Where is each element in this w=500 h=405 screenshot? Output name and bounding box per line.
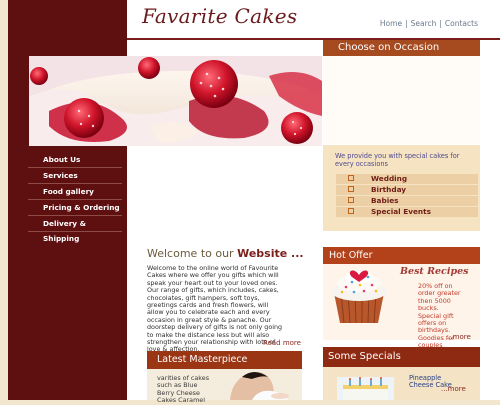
sidebar-item-pricing-ordering[interactable]: Pricing & Ordering	[28, 200, 122, 216]
best-recipes-banner: Best Recipes	[400, 266, 469, 277]
welcome-heading: Welcome to our Website ...	[147, 247, 304, 260]
latest-masterpiece-text: varities of cakes such as Blue Berry Che…	[157, 374, 219, 405]
hot-offer-more-link[interactable]: ...more	[446, 333, 471, 341]
special-cake-image	[337, 377, 394, 400]
occasion-item-birthday[interactable]: Birthday	[336, 185, 478, 195]
sidebar-item-about-us[interactable]: About Us	[28, 152, 122, 168]
occasion-item-label: Babies	[371, 196, 399, 205]
nav-home-link[interactable]: Home	[380, 19, 402, 28]
occasion-intro-text: We provide you with special cakes for ev…	[335, 152, 460, 168]
bullet-icon	[348, 197, 354, 203]
hero-cake-image	[29, 56, 322, 146]
nav-search-link[interactable]: Search	[411, 19, 437, 28]
bullet-icon	[348, 175, 354, 181]
bullet-icon	[348, 208, 354, 214]
site-logo[interactable]: Favarite Cakes	[142, 4, 298, 28]
nav-separator: |	[405, 19, 408, 28]
occasion-item-special-events[interactable]: Special Events	[336, 207, 478, 217]
latest-line: Cakes Caramel	[157, 396, 205, 405]
occasion-item-label: Birthday	[371, 185, 407, 194]
occasion-item-wedding[interactable]: Wedding	[336, 174, 478, 184]
top-navigation: Home | Search | Contacts	[380, 19, 478, 28]
welcome-heading-prefix: Welcome to our	[147, 247, 234, 260]
sidebar-item-food-gallery[interactable]: Food gallery	[28, 184, 122, 200]
occasion-item-label: Special Events	[371, 207, 431, 216]
nav-separator: |	[439, 19, 442, 28]
cupcake-image	[324, 265, 394, 325]
nav-contacts-link[interactable]: Contacts	[445, 19, 478, 28]
sidebar-navigation: About Us Services Food gallery Pricing &…	[28, 152, 122, 243]
sidebar-item-services[interactable]: Services	[28, 168, 122, 184]
occasion-item-label: Wedding	[371, 174, 408, 183]
bullet-icon	[348, 186, 354, 192]
some-specials-header: Some Specials	[323, 347, 480, 367]
occasion-panel-stripe	[323, 56, 480, 144]
read-more-link[interactable]: Read more	[263, 339, 301, 347]
latest-masterpiece-image	[222, 369, 300, 400]
welcome-heading-highlight: Website ...	[237, 247, 304, 260]
latest-masterpiece-header: Latest Masterpiece	[147, 351, 302, 369]
specials-more-link[interactable]: ...more	[441, 385, 466, 393]
hot-offer-header: Hot Offer	[323, 247, 480, 264]
sidebar-item-delivery-shipping[interactable]: Delivery & Shipping	[28, 216, 122, 243]
occasion-panel-header: Choose on Occasion	[323, 40, 480, 56]
occasion-item-babies[interactable]: Babies	[336, 196, 478, 206]
